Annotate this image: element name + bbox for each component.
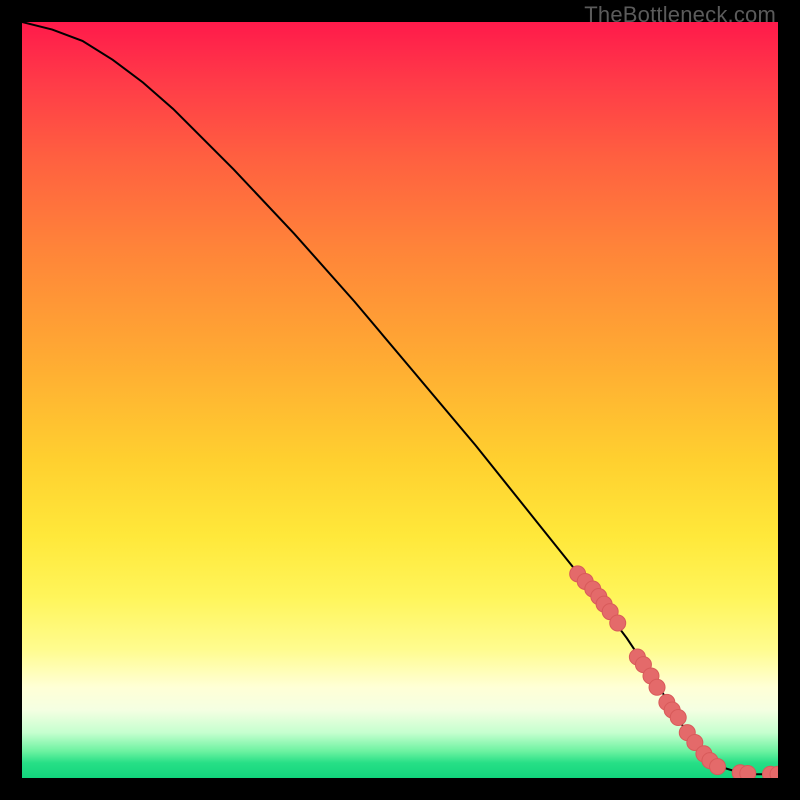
chart-frame: TheBottleneck.com: [0, 0, 800, 800]
scatter-point: [740, 765, 756, 778]
scatter-point: [649, 679, 665, 695]
plot-area: [22, 22, 778, 778]
chart-overlay: [22, 22, 778, 778]
scatter-point: [710, 759, 726, 775]
scatter-point: [610, 615, 626, 631]
curve-line: [22, 22, 778, 774]
scatter-point: [670, 710, 686, 726]
scatter-markers: [570, 566, 778, 778]
watermark-text: TheBottleneck.com: [584, 2, 776, 28]
